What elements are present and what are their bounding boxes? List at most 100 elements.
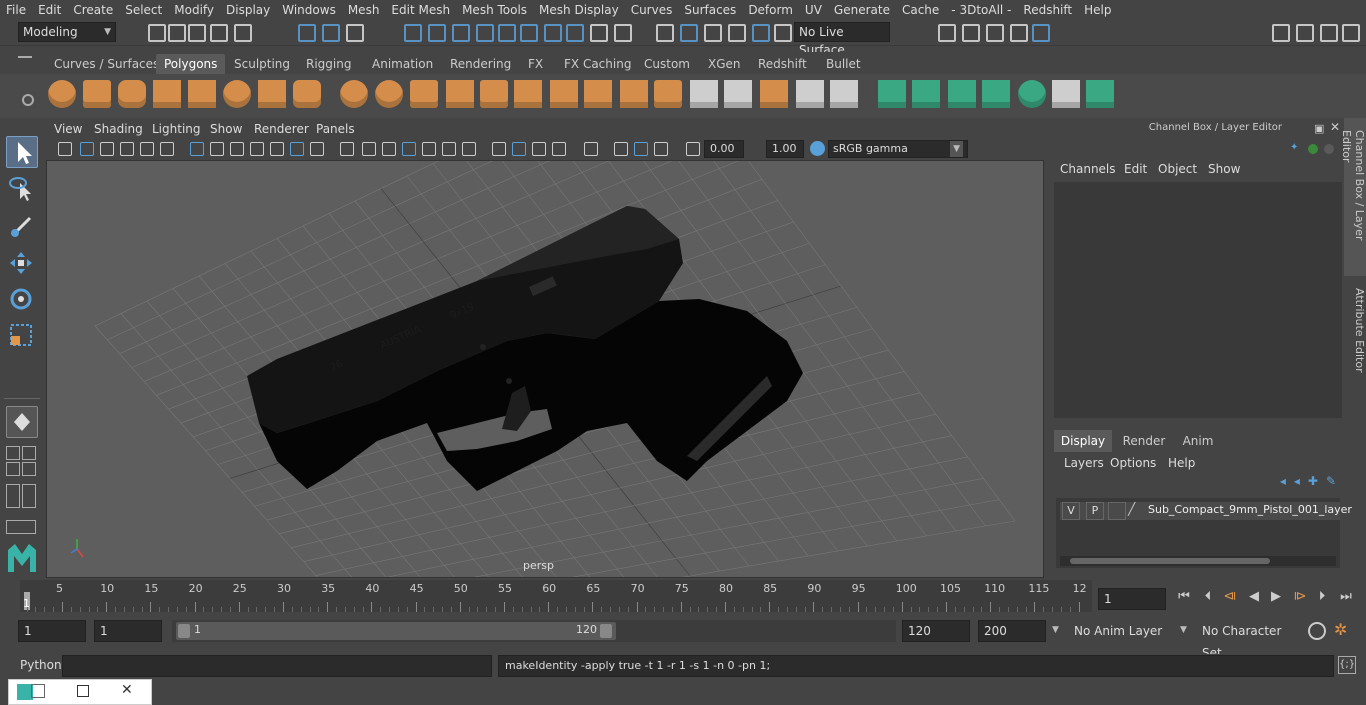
- ao-icon[interactable]: [310, 142, 324, 156]
- redo-icon[interactable]: [234, 24, 252, 42]
- layer-visibility-toggle[interactable]: V: [1062, 502, 1080, 520]
- four-panel-icon[interactable]: [634, 142, 648, 156]
- channel-box-menu-edit[interactable]: Edit: [1124, 162, 1147, 176]
- history-icon[interactable]: [520, 24, 538, 42]
- tab-polygons[interactable]: Polygons: [156, 54, 226, 74]
- step-forward-icon[interactable]: ⏵: [1314, 588, 1330, 606]
- move-tool-icon[interactable]: [6, 248, 38, 280]
- channel-box-icon[interactable]: [1342, 24, 1360, 42]
- cylinder-icon[interactable]: [118, 80, 146, 108]
- lock-icon[interactable]: [590, 24, 608, 42]
- select-component-icon[interactable]: [346, 24, 364, 42]
- menu-edit-mesh[interactable]: Edit Mesh: [385, 3, 456, 17]
- construction-icon[interactable]: [544, 24, 562, 42]
- hypershade-icon[interactable]: [6, 520, 36, 534]
- extrude-icon[interactable]: [654, 80, 682, 108]
- gear-icon[interactable]: [22, 94, 34, 106]
- menu-cache[interactable]: Cache: [896, 3, 945, 17]
- render-frame-icon[interactable]: [962, 24, 980, 42]
- gate-icon[interactable]: [512, 142, 526, 156]
- panel-menu-show[interactable]: Show: [210, 122, 242, 136]
- menu-modify[interactable]: Modify: [168, 3, 220, 17]
- dof-icon[interactable]: [492, 142, 506, 156]
- tab-rendering[interactable]: Rendering: [442, 54, 519, 74]
- menu-uv[interactable]: UV: [799, 3, 828, 17]
- hypershade-icon[interactable]: [1032, 24, 1050, 42]
- layer-name[interactable]: Sub_Compact_9mm_Pistol_001_layer: [1148, 503, 1352, 516]
- aa-icon[interactable]: [462, 142, 476, 156]
- menu-windows[interactable]: Windows: [276, 3, 342, 17]
- grid-icon[interactable]: [140, 142, 154, 156]
- wireframe-icon[interactable]: [190, 142, 204, 156]
- tab-fx-caching[interactable]: FX Caching: [556, 54, 639, 74]
- film-gate-icon[interactable]: [160, 142, 174, 156]
- gamma-field[interactable]: 1.00: [766, 140, 804, 158]
- maximize-icon[interactable]: [77, 685, 89, 697]
- snap-view-icon[interactable]: [476, 24, 494, 42]
- tweak-icon[interactable]: [752, 24, 770, 42]
- channel-box-menu-show[interactable]: Show: [1208, 162, 1240, 176]
- cube-icon[interactable]: [83, 80, 111, 108]
- move-layer-up-icon[interactable]: ◂: [1280, 474, 1286, 488]
- xray-joints-icon[interactable]: [382, 142, 396, 156]
- default-material-icon[interactable]: [230, 142, 244, 156]
- spherical-uv-icon[interactable]: [948, 80, 976, 108]
- preferences-icon[interactable]: ✲: [1334, 620, 1356, 642]
- tab-xgen[interactable]: XGen: [700, 54, 749, 74]
- smooth-shade-icon[interactable]: [210, 142, 224, 156]
- panel-menu-panels[interactable]: Panels: [316, 122, 355, 136]
- menu-select[interactable]: Select: [119, 3, 168, 17]
- character-set-dropdown[interactable]: No Character Set: [1196, 620, 1302, 660]
- play-back-icon[interactable]: ◀: [1246, 588, 1262, 606]
- panel-menu-renderer[interactable]: Renderer: [254, 122, 309, 136]
- isolate-icon[interactable]: [340, 142, 354, 156]
- outliner-icon[interactable]: [6, 484, 20, 508]
- multi-cut-icon[interactable]: [550, 80, 578, 108]
- bookmark-icon[interactable]: [100, 142, 114, 156]
- ipr-render-icon[interactable]: [986, 24, 1004, 42]
- soft-select-icon[interactable]: [6, 406, 38, 438]
- scale-tool-icon[interactable]: [6, 320, 38, 352]
- script-editor-icon[interactable]: {;}: [1338, 656, 1356, 674]
- color-space-dropdown[interactable]: sRGB gamma ▼: [828, 140, 968, 158]
- checker-icon[interactable]: [1052, 80, 1080, 108]
- close-icon[interactable]: ✕: [121, 682, 133, 698]
- menu-mesh[interactable]: Mesh: [342, 3, 386, 17]
- graph-editor-icon[interactable]: [22, 484, 36, 508]
- soft-icon[interactable]: [728, 24, 746, 42]
- mode-dropdown[interactable]: Modeling ▼: [18, 22, 116, 42]
- select-hierarchy-icon[interactable]: [298, 24, 316, 42]
- select-tool-icon[interactable]: [6, 136, 38, 168]
- lights-icon[interactable]: [270, 142, 284, 156]
- unfold-icon[interactable]: [1086, 80, 1114, 108]
- snap-curve-icon[interactable]: [428, 24, 446, 42]
- attribute-editor-side-tab[interactable]: Attribute Editor: [1344, 284, 1366, 374]
- poke-icon[interactable]: [830, 80, 858, 108]
- layer-scrollbar[interactable]: [1060, 556, 1336, 566]
- range-slider-handle[interactable]: 1 120: [176, 622, 616, 640]
- menu-generate[interactable]: Generate: [828, 3, 896, 17]
- layer-row[interactable]: V P ╱ Sub_Compact_9mm_Pistol_001_layer: [1060, 502, 1352, 520]
- pyramid-icon[interactable]: [258, 80, 286, 108]
- playback-start-field[interactable]: 1: [94, 620, 162, 642]
- combine-icon[interactable]: [340, 80, 368, 108]
- uv-editor-icon[interactable]: [1018, 80, 1046, 108]
- menu-help[interactable]: Help: [1078, 3, 1117, 17]
- help-icon[interactable]: [566, 24, 584, 42]
- tab-rigging[interactable]: Rigging: [298, 54, 359, 74]
- panel-menu-lighting[interactable]: Lighting: [152, 122, 201, 136]
- tab-display[interactable]: Display: [1054, 430, 1112, 452]
- command-input[interactable]: [62, 655, 492, 677]
- live-surface-field[interactable]: No Live Surface: [794, 22, 890, 57]
- viewport-persp[interactable]: 26 AUSTRIA 9x19 persp: [46, 160, 1044, 578]
- torus-icon[interactable]: [223, 80, 251, 108]
- menu-edit[interactable]: Edit: [32, 3, 67, 17]
- chevron-down-icon[interactable]: ▼: [1180, 625, 1187, 635]
- sphere-icon[interactable]: [48, 80, 76, 108]
- command-language[interactable]: Python: [20, 658, 62, 672]
- insert-loop-icon[interactable]: [724, 80, 752, 108]
- menu-surfaces[interactable]: Surfaces: [678, 3, 742, 17]
- snap-grid-icon[interactable]: [404, 24, 422, 42]
- textured-icon[interactable]: [250, 142, 264, 156]
- menu-curves[interactable]: Curves: [625, 3, 679, 17]
